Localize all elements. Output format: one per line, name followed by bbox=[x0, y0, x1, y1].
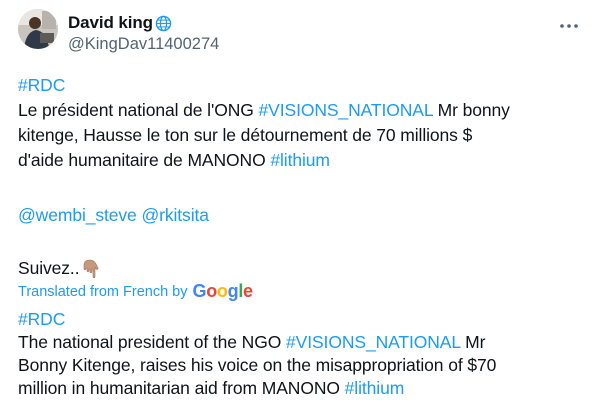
translated-from-label[interactable]: Translated from French by bbox=[18, 284, 188, 300]
google-logo-letter: o bbox=[206, 281, 217, 301]
translated-line3-prefix: million in humanitarian aid from MANONO bbox=[18, 378, 345, 398]
follow-text: Suivez.. bbox=[18, 258, 80, 278]
google-logo-letter: e bbox=[243, 281, 253, 301]
hashtag-rdc[interactable]: #RDC bbox=[18, 75, 65, 95]
user-handle[interactable]: @KingDav11400274 bbox=[68, 35, 219, 54]
pointing-down-icon bbox=[83, 259, 101, 279]
more-options-button[interactable] bbox=[556, 14, 582, 36]
more-horizontal-icon bbox=[559, 16, 579, 34]
hashtag-lithium-translated[interactable]: #lithium bbox=[345, 378, 405, 398]
hashtag-visions-national[interactable]: #VISIONS_NATIONAL bbox=[259, 100, 433, 120]
google-logo-letter: g bbox=[227, 281, 239, 301]
follow-line: Suivez.. bbox=[18, 256, 578, 281]
original-line1-suffix: Mr bonny bbox=[432, 100, 510, 120]
translated-line2: Bonny Kitenge, raises his voice on the m… bbox=[18, 355, 497, 375]
mentions-line: @wembi_steve @rkitsita bbox=[18, 203, 578, 228]
avatar[interactable] bbox=[18, 9, 58, 49]
hashtag-lithium[interactable]: #lithium bbox=[270, 150, 330, 170]
mention-rkitsita[interactable]: @rkitsita bbox=[141, 205, 209, 225]
display-name[interactable]: David king bbox=[68, 13, 153, 33]
mention-wembi-steve[interactable]: @wembi_steve bbox=[18, 205, 137, 225]
tweet-original-text: #RDC Le président national de l'ONG #VIS… bbox=[18, 73, 578, 173]
globe-icon bbox=[155, 15, 172, 32]
translation-attribution: Translated from French by Google bbox=[18, 281, 253, 302]
google-logo: Google bbox=[192, 281, 254, 302]
translated-line1-prefix: The national president of the NGO bbox=[18, 332, 287, 352]
translated-line1-suffix: Mr bbox=[460, 332, 486, 352]
google-logo-letter: o bbox=[216, 281, 228, 301]
hashtag-rdc-translated[interactable]: #RDC bbox=[18, 309, 65, 329]
tweet-translated-text: #RDC The national president of the NGO #… bbox=[18, 308, 578, 400]
original-line2: kitenge, Hausse le ton sur le détourneme… bbox=[18, 125, 473, 145]
tweet-card: David king @KingDav11400274 #RDC Le prés… bbox=[0, 0, 598, 409]
hashtag-visions-national-translated[interactable]: #VISIONS_NATIONAL bbox=[286, 332, 460, 352]
original-line3-prefix: d'aide humanitaire de MANONO bbox=[18, 150, 271, 170]
original-line1-prefix: Le président national de l'ONG bbox=[18, 100, 259, 120]
google-logo-letter: G bbox=[192, 281, 207, 301]
